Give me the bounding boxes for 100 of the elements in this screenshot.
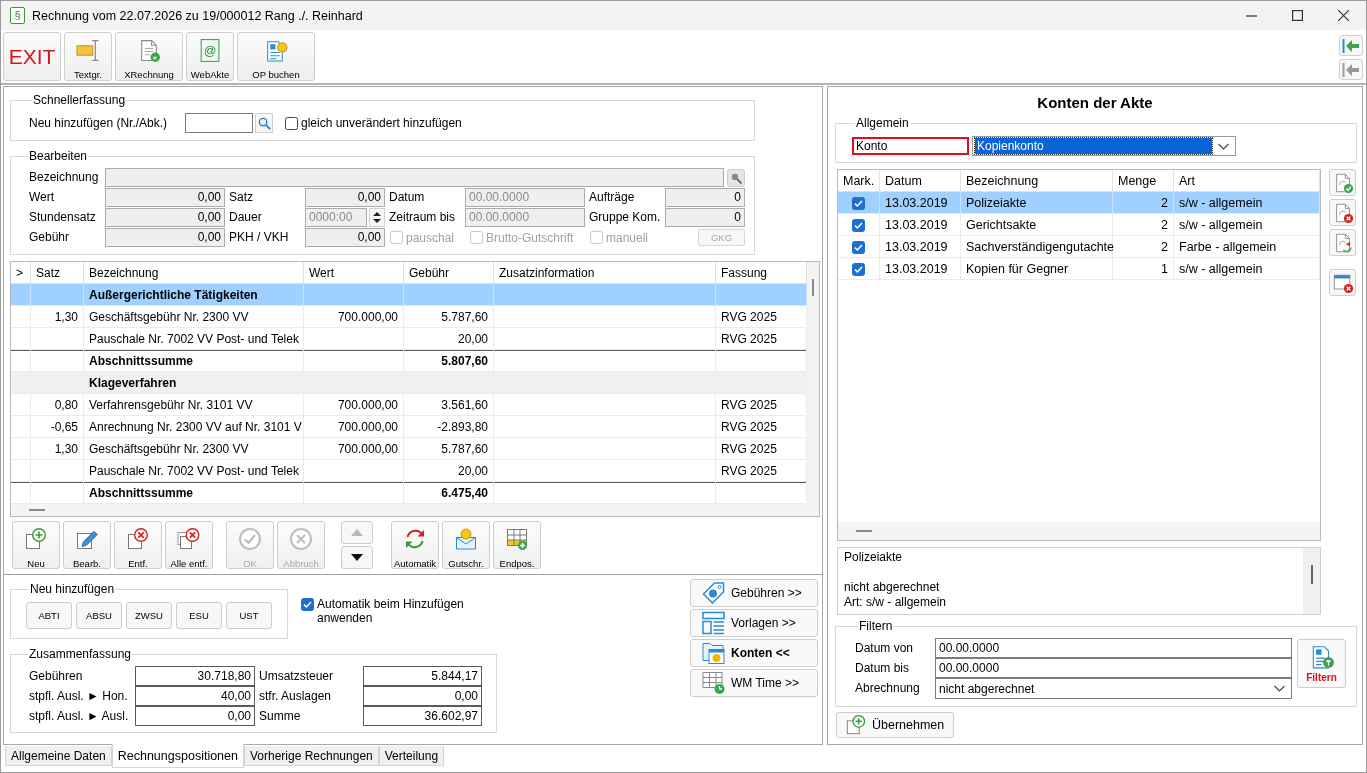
- table-row[interactable]: -0,65 Anrechnung Nr. 2300 VV auf Nr. 3101 V 700.000,00 -2.893,80 RVG 2025: [11, 416, 807, 438]
- scrollbar-thumb[interactable]: [29, 509, 45, 511]
- table-cell: 5.787,60: [404, 438, 494, 460]
- column-header[interactable]: Wert: [304, 262, 404, 284]
- table-cell: Pauschale Nr. 7002 VV Post- und Telek: [84, 460, 304, 482]
- spin-button[interactable]: [369, 208, 385, 227]
- input-field[interactable]: [105, 168, 724, 187]
- checkbox-label[interactable]: Automatik beim Hinzufügen anwenden: [317, 597, 482, 625]
- output-field: 36.602,97: [363, 706, 482, 726]
- table-row[interactable]: 0,80 Verfahrensgebühr Nr. 3101 VV 700.000,00 3.561,60 RVG 2025: [11, 394, 807, 416]
- checkbox[interactable]: [852, 218, 865, 232]
- scrollbar[interactable]: [1303, 548, 1320, 614]
- filter-button[interactable]: Filtern: [1297, 639, 1346, 688]
- collapse-button[interactable]: [1339, 35, 1363, 56]
- table-row[interactable]: Außergerichtliche Tätigkeiten: [11, 284, 807, 306]
- side-button[interactable]: [1329, 269, 1356, 296]
- checkbox[interactable]: [852, 240, 865, 254]
- move-button[interactable]: [341, 546, 373, 569]
- toolbar-button[interactable]: Gutschr.: [442, 521, 490, 569]
- column-header[interactable]: Menge: [1113, 170, 1174, 192]
- scrollbar[interactable]: [807, 262, 819, 504]
- tab[interactable]: Allgemeine Daten: [5, 746, 112, 766]
- column-header[interactable]: Bezeichnung: [84, 262, 304, 284]
- scrollbar-thumb[interactable]: [1310, 565, 1313, 584]
- toolbar-button[interactable]: Endpos.: [493, 521, 541, 569]
- toolbar-button[interactable]: Bearb.: [63, 521, 111, 569]
- nav-button[interactable]: Gebühren >>: [690, 579, 818, 607]
- table-row[interactable]: Pauschale Nr. 7002 VV Post- und Telek 20,00 RVG 2025: [11, 328, 807, 350]
- column-header[interactable]: Fassung: [716, 262, 807, 284]
- side-button[interactable]: [1329, 199, 1356, 226]
- column-header[interactable]: Satz: [31, 262, 84, 284]
- checkbox[interactable]: [301, 598, 314, 611]
- table-row[interactable]: 13.03.2019 Gerichtsakte 2 s/w - allgemein: [838, 214, 1320, 236]
- table-row[interactable]: Abschnittssumme 6.475,40: [11, 482, 807, 504]
- column-header[interactable]: Gebühr: [404, 262, 494, 284]
- search-button[interactable]: [255, 113, 273, 133]
- toolbar-button[interactable]: Textgr.: [64, 32, 112, 81]
- scrollbar-thumb[interactable]: [856, 530, 872, 532]
- checkbox-label[interactable]: gleich unverändert hinzufügen: [301, 116, 462, 130]
- close-icon: [1337, 10, 1349, 21]
- input-field[interactable]: 0,00: [105, 208, 225, 227]
- scrollbar[interactable]: [838, 522, 1320, 540]
- nav-button[interactable]: WM Time >>: [690, 669, 818, 697]
- input-field[interactable]: 0,00: [305, 228, 385, 247]
- toolbar-button[interactable]: Alle entf.: [165, 521, 213, 569]
- input-field[interactable]: 0: [665, 208, 745, 227]
- table-row[interactable]: 1,30 Geschäftsgebühr Nr. 2300 VV 700.000,00 5.787,60 RVG 2025: [11, 438, 807, 460]
- apply-button[interactable]: Übernehmen: [836, 712, 954, 738]
- scrollbar[interactable]: [11, 504, 819, 516]
- input-field[interactable]: 0,00: [105, 188, 225, 207]
- field-label: Aufträge: [588, 189, 636, 206]
- checkbox[interactable]: [852, 196, 865, 210]
- checkbox[interactable]: [852, 262, 865, 276]
- dropdown[interactable]: Kopienkonto: [972, 136, 1236, 156]
- table-row[interactable]: Pauschale Nr. 7002 VV Post- und Telek 20,00 RVG 2025: [11, 460, 807, 482]
- column-header[interactable]: Datum: [880, 170, 961, 192]
- input-field[interactable]: 00.00.0000: [935, 658, 1292, 678]
- table-row[interactable]: Klageverfahren: [11, 372, 807, 394]
- input-field[interactable]: 0: [665, 188, 745, 207]
- scrollbar-thumb[interactable]: [812, 279, 814, 296]
- toolbar-button[interactable]: Entf.: [114, 521, 162, 569]
- exit-button[interactable]: EXIT: [3, 32, 61, 81]
- column-header[interactable]: Mark.: [838, 170, 880, 192]
- quick-add-button[interactable]: ABSU: [76, 602, 122, 629]
- side-button[interactable]: [1329, 229, 1356, 256]
- toolbar-button[interactable]: Automatik: [391, 521, 439, 569]
- side-button[interactable]: [1329, 169, 1356, 196]
- input-field[interactable]: [185, 113, 253, 133]
- table-row[interactable]: 1,30 Geschäftsgebühr Nr. 2300 VV 700.000,00 5.787,60 RVG 2025: [11, 306, 807, 328]
- quick-add-button[interactable]: UST: [226, 602, 272, 629]
- table-cell: 6.475,40: [404, 482, 494, 504]
- toolbar-button[interactable]: Neu: [12, 521, 60, 569]
- table-row[interactable]: 13.03.2019 Polizeiakte 2 s/w - allgemein: [838, 192, 1320, 214]
- input-field[interactable]: 0,00: [105, 228, 225, 247]
- tab[interactable]: Verteilung: [378, 746, 445, 766]
- toolbar-button[interactable]: @ WebAkte: [186, 32, 234, 81]
- column-header[interactable]: Zusatzinformation: [494, 262, 716, 284]
- column-header[interactable]: >: [11, 262, 31, 284]
- tab[interactable]: Rechnungspositionen: [111, 744, 244, 768]
- quick-add-button[interactable]: ABTI: [26, 602, 72, 629]
- nav-button[interactable]: Vorlagen >>: [690, 609, 818, 637]
- dropdown[interactable]: nicht abgerechnet: [935, 678, 1292, 699]
- toolbar-button[interactable]: XRechnung: [115, 32, 183, 81]
- input-field[interactable]: 0,00: [305, 188, 385, 207]
- quick-add-button[interactable]: ZWSU: [126, 602, 172, 629]
- input-field[interactable]: 00.00.0000: [935, 638, 1292, 658]
- text-area[interactable]: Polizeiakte nicht abgerechnet Art: s/w - allgemein: [837, 547, 1321, 615]
- table-row[interactable]: Abschnittssumme 5.807,60: [11, 350, 807, 372]
- column-header[interactable]: Art: [1174, 170, 1320, 192]
- tab[interactable]: Vorherige Rechnungen: [243, 746, 379, 766]
- table-row[interactable]: 13.03.2019 Sachverständigengutachte 2 Farbe - allgemein: [838, 236, 1320, 258]
- quick-add-button[interactable]: ESU: [176, 602, 222, 629]
- column-header[interactable]: Bezeichnung: [961, 170, 1113, 192]
- toolbar-button[interactable]: OP buchen: [237, 32, 315, 81]
- table-row[interactable]: 13.03.2019 Kopien für Gegner 1 s/w - allgemein: [838, 258, 1320, 280]
- checkbox[interactable]: [285, 116, 298, 130]
- field-label: Stundensatz: [28, 209, 97, 226]
- nav-button[interactable]: Konten <<: [690, 639, 818, 667]
- folder-coin-icon: [701, 641, 726, 665]
- output-field: 0,00: [363, 686, 482, 706]
